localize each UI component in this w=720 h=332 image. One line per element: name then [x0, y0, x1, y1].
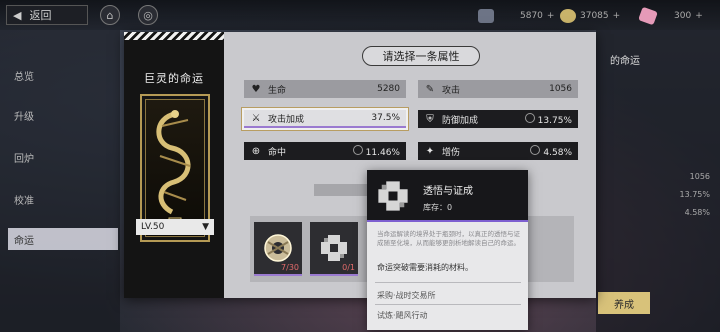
item-usage: 命运突破需要消耗的材料。 [377, 263, 473, 272]
resource-coin[interactable]: 37085 + [560, 8, 620, 24]
cross-relic-icon [321, 235, 347, 261]
divider [375, 282, 521, 283]
resonance-icon [530, 144, 541, 155]
chevron-down-icon: ▼ [202, 222, 209, 232]
right-stat-row: 4.58% [684, 208, 710, 217]
ticket-icon [478, 9, 494, 23]
compass-button[interactable]: ◎ [138, 5, 158, 25]
home-button[interactable]: ⌂ [100, 5, 120, 25]
option-value-wrap: 13.75% [524, 112, 572, 126]
add-icon: + [695, 11, 703, 21]
option-label: 命中 [268, 147, 287, 158]
stat-label: 生命 [268, 85, 287, 96]
menu-item-recast[interactable]: 回炉 [8, 146, 118, 168]
menu-item-calibrate[interactable]: 校准 [8, 188, 118, 210]
coin-icon [560, 9, 576, 23]
medallion-icon [264, 234, 292, 262]
option-value: 11.46% [365, 147, 400, 158]
option-label: 攻击加成 [268, 114, 305, 125]
compass-icon: ◎ [143, 8, 153, 22]
menu-item-upgrade[interactable]: 升级 [8, 104, 118, 126]
option-value: 4.58% [543, 147, 572, 158]
gem-count: 300 [674, 11, 692, 21]
base-stat-atk: ✎ 攻击 1056 [418, 80, 578, 98]
option-label: 防御加成 [442, 115, 479, 126]
option-value-wrap: 11.46% [352, 144, 400, 158]
top-bar: ◀ 返回 ⌂ ◎ 5870 + 37085 + 300 + [0, 0, 720, 30]
tooltip-header: 透悟与证成 库存：0 [367, 170, 528, 222]
option-value: 37.5% [371, 113, 400, 123]
coin-count: 37085 [580, 11, 609, 21]
shield-icon: ⛨ [426, 113, 434, 125]
item-description: 当命运解读的境界处于瓶颈时，以真正的透悟与证成随至化境，从而能够更剖析地解读自己… [377, 230, 520, 247]
damage-up-icon: ✦ [425, 145, 435, 157]
option-accuracy[interactable]: ⊕ 命中 11.46% [244, 142, 406, 160]
option-label: 增伤 [442, 147, 461, 158]
stat-label: 攻击 [442, 85, 461, 96]
material-slot[interactable]: 0/1 [310, 222, 358, 276]
back-button[interactable]: ◀ 返回 [6, 5, 88, 25]
back-label: 返回 [29, 9, 52, 22]
item-source-link[interactable]: 试炼·飓风行动 [377, 310, 521, 321]
heart-icon: ♥ [251, 83, 261, 95]
level-value: LV.50 [141, 222, 165, 232]
ticket-count: 5870 [520, 11, 543, 21]
item-source-link[interactable]: 采购·战时交易所 [377, 290, 521, 301]
cross-relic-icon [378, 181, 408, 211]
resonance-icon [352, 144, 363, 155]
back-arrow-icon: ◀ [13, 8, 22, 22]
attack-boost-icon: ⚔ [251, 112, 261, 124]
resource-gem[interactable]: 300 + [638, 6, 703, 26]
sword-icon: ✎ [425, 83, 435, 95]
resource-ticket[interactable]: 5870 + [478, 8, 554, 24]
option-value: 13.75% [537, 115, 572, 126]
item-name: 透悟与证成 [423, 186, 473, 197]
cultivate-button[interactable]: 养成 [598, 292, 650, 314]
menu-item-overview[interactable]: 总览 [8, 64, 118, 86]
add-icon: + [546, 11, 555, 21]
material-count: 0/1 [342, 263, 355, 272]
add-icon: + [612, 11, 621, 21]
resonance-icon [524, 112, 535, 123]
level-dropdown[interactable]: LV.50 ▼ [136, 219, 214, 235]
menu-item-fate[interactable]: 命运 [8, 228, 118, 250]
stat-value: 1056 [549, 84, 572, 94]
stat-value: 5280 [377, 84, 400, 94]
right-stat-row: 13.75% [679, 190, 710, 199]
item-stock: 库存：0 [423, 203, 453, 212]
option-defense-boost[interactable]: ⛨ 防御加成 13.75% [418, 110, 578, 128]
base-stat-hp: ♥ 生命 5280 [244, 80, 406, 98]
option-value-wrap: 4.58% [530, 144, 572, 158]
fate-card-panel: 巨灵的命运 LV.50 ▼ [124, 32, 224, 298]
material-slot[interactable]: 7/30 [254, 222, 302, 276]
item-tooltip: 透悟与证成 库存：0 当命运解读的境界处于瓶颈时，以真正的透悟与证成随至化境，从… [367, 170, 528, 330]
right-stat-row: 1056 [689, 172, 710, 181]
right-panel-title: 的命运 [610, 56, 640, 67]
material-count: 7/30 [281, 263, 299, 272]
divider [375, 304, 521, 305]
card-title: 巨灵的命运 [144, 72, 204, 85]
option-damage-up[interactable]: ✦ 增伤 4.58% [418, 142, 578, 160]
option-attack-boost[interactable]: ⚔ 攻击加成 37.5% [242, 108, 408, 130]
home-icon: ⌂ [106, 8, 114, 22]
crosshair-icon: ⊕ [251, 145, 261, 157]
prompt-title: 请选择一条属性 [362, 46, 480, 66]
gem-icon [638, 6, 658, 26]
